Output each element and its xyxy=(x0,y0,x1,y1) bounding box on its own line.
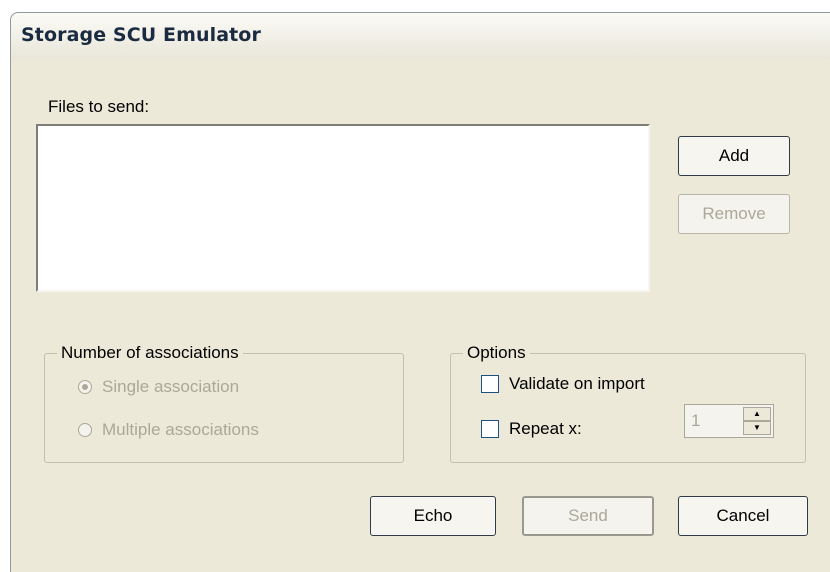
repeat-label: Repeat x: xyxy=(509,419,582,438)
echo-button-label: Echo xyxy=(413,506,453,525)
spin-up-icon[interactable]: ▲ xyxy=(743,407,771,421)
storage-scu-emulator-dialog: Storage SCU Emulator xyxy=(10,12,830,572)
repeat-checkbox[interactable] xyxy=(481,420,499,438)
files-listbox[interactable] xyxy=(36,124,650,292)
add-button[interactable]: Add xyxy=(678,136,790,176)
single-association-label: Single association xyxy=(102,377,240,396)
repeat-option[interactable]: Repeat x: xyxy=(481,419,582,439)
repeat-count-spinner[interactable]: 1 ▲ ▼ xyxy=(684,404,774,438)
remove-button-label: Remove xyxy=(702,204,766,223)
options-legend: Options xyxy=(463,343,530,363)
associations-legend: Number of associations xyxy=(57,343,243,363)
cancel-button[interactable]: Cancel xyxy=(678,496,808,536)
validate-on-import-label: Validate on import xyxy=(509,374,645,393)
title-bar[interactable]: Storage SCU Emulator xyxy=(11,13,830,59)
add-button-label: Add xyxy=(718,146,750,165)
single-association-radio[interactable] xyxy=(78,380,92,394)
echo-button[interactable]: Echo xyxy=(370,496,496,536)
window-title: Storage SCU Emulator xyxy=(21,24,261,46)
validate-on-import-option[interactable]: Validate on import xyxy=(481,374,645,394)
single-association-option[interactable]: Single association xyxy=(78,377,239,397)
repeat-count-value: 1 xyxy=(691,411,701,430)
cancel-button-label: Cancel xyxy=(716,506,770,525)
send-button[interactable]: Send xyxy=(522,496,654,536)
send-button-label: Send xyxy=(568,506,608,525)
spin-down-icon[interactable]: ▼ xyxy=(743,421,771,435)
multiple-associations-label: Multiple associations xyxy=(102,420,259,439)
files-to-send-label: Files to send: xyxy=(48,97,150,116)
validate-on-import-checkbox[interactable] xyxy=(481,375,499,393)
associations-groupbox: Number of associations xyxy=(44,343,404,463)
multiple-associations-option[interactable]: Multiple associations xyxy=(78,420,259,440)
multiple-associations-radio[interactable] xyxy=(78,423,92,437)
remove-button[interactable]: Remove xyxy=(678,194,790,234)
